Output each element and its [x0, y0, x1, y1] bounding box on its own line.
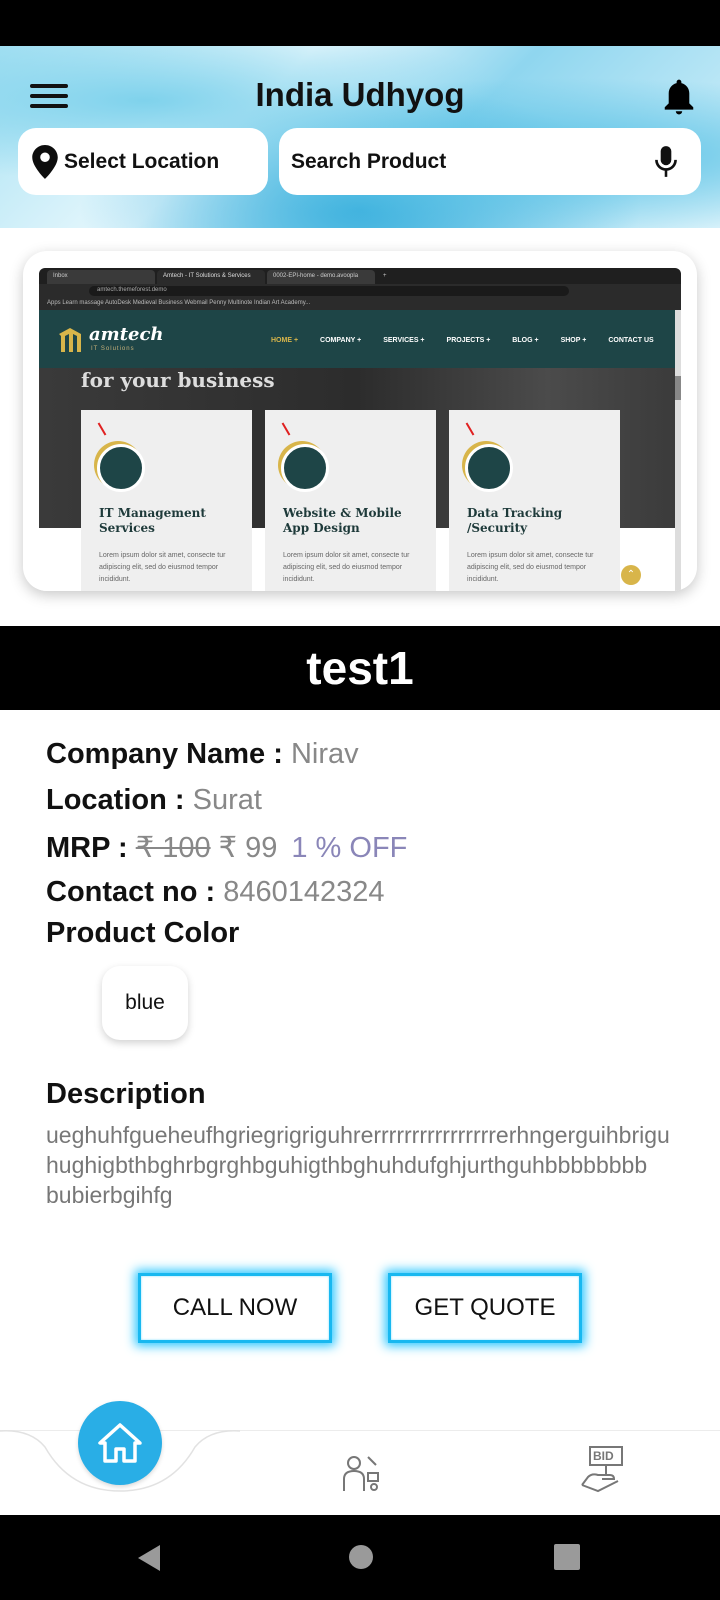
- mrp-label: MRP :: [46, 832, 128, 864]
- recents-icon[interactable]: [553, 1543, 581, 1571]
- browser-bookmarks: Apps Learn massage AutoDesk Medieval Bus…: [39, 298, 681, 310]
- browser-scrollbar: [675, 310, 681, 591]
- service-card-title: IT Management Services: [99, 506, 206, 535]
- location-selector[interactable]: Select Location: [18, 128, 268, 195]
- system-nav-bar: [0, 1515, 720, 1600]
- site-menu-item: BLOG +: [512, 337, 539, 344]
- location-row: Location : Surat: [46, 784, 262, 817]
- company-value: Nirav: [290, 738, 359, 770]
- site-hero-text: for your business: [81, 368, 275, 392]
- service-card-body: Lorem ipsum dolor sit amet, consecte tur…: [283, 552, 410, 583]
- contact-value[interactable]: 8460142324: [223, 876, 384, 908]
- get-quote-button[interactable]: GET QUOTE: [388, 1273, 582, 1343]
- red-arrow-icon: [281, 422, 291, 436]
- worker-icon[interactable]: [338, 1451, 382, 1495]
- amtech-logo-icon: [59, 328, 81, 352]
- site-menu-item: SHOP +: [560, 337, 587, 344]
- service-card: Data Tracking /Security Lorem ipsum dolo…: [449, 410, 620, 591]
- browser-url-row: amtech.themeforest.demo: [39, 284, 681, 298]
- microphone-icon[interactable]: [653, 145, 679, 179]
- notification-bell-icon[interactable]: [660, 76, 698, 118]
- company-label: Company Name :: [46, 738, 283, 770]
- service-card-title: Data Tracking /Security: [467, 506, 563, 535]
- bottom-nav: BID: [0, 1401, 720, 1515]
- browser-tab: +: [383, 273, 387, 279]
- home-icon: [98, 1423, 142, 1463]
- browser-tab: 0002-EPI-home - demo.avoopla: [267, 270, 375, 284]
- contact-label: Contact no :: [46, 876, 216, 908]
- web-design-icon: [281, 444, 329, 492]
- location-pin-icon: [32, 144, 58, 179]
- header: India Udhyog Select Location: [0, 46, 720, 228]
- browser-tab-strip: Inbox Amtech - IT Solutions & Services 0…: [39, 268, 681, 284]
- mrp-discounted-price: ₹ 99: [218, 832, 278, 864]
- red-arrow-icon: [465, 422, 475, 436]
- color-chip[interactable]: blue: [102, 966, 188, 1040]
- service-card-title: Website & Mobile App Design: [283, 506, 402, 535]
- product-title-bar: test1: [0, 626, 720, 710]
- description-text: ueghuhfgueheufhgriegrigriguhrerrrrrrrrrr…: [46, 1122, 670, 1208]
- company-row: Company Name : Nirav: [46, 738, 359, 771]
- site-menu-item: PROJECTS +: [446, 337, 491, 344]
- browser-tab: Amtech - IT Solutions & Services: [157, 270, 265, 284]
- search-input[interactable]: [291, 149, 631, 174]
- service-card-body: Lorem ipsum dolor sit amet, consecte tur…: [467, 552, 594, 583]
- site-brand: amtech: [89, 324, 164, 345]
- product-image: Inbox Amtech - IT Solutions & Services 0…: [39, 268, 681, 591]
- bid-icon[interactable]: BID: [578, 1445, 626, 1495]
- app-screen: India Udhyog Select Location Inbox Amtec…: [0, 0, 720, 1600]
- browser-url: amtech.themeforest.demo: [89, 286, 569, 296]
- service-card: IT Management Services Lorem ipsum dolor…: [81, 410, 252, 591]
- app-title: India Udhyog: [255, 76, 465, 113]
- product-color-row: Product Color: [46, 917, 239, 950]
- red-arrow-icon: [97, 422, 107, 436]
- back-icon[interactable]: [134, 1543, 164, 1573]
- description-label: Description: [46, 1078, 206, 1110]
- site-menu: HOME + COMPANY + SERVICES + PROJECTS + BLOG …: [271, 336, 681, 344]
- service-card-body: Lorem ipsum dolor sit amet, consecte tur…: [99, 552, 226, 583]
- data-security-icon: [465, 444, 513, 492]
- product-image-card[interactable]: Inbox Amtech - IT Solutions & Services 0…: [23, 251, 697, 591]
- status-bar: [0, 0, 720, 46]
- discount-badge: 1 % OFF: [291, 832, 408, 864]
- contact-row: Contact no : 8460142324: [46, 876, 385, 909]
- site-menu-item: COMPANY +: [320, 337, 362, 344]
- mrp-row: MRP : ₹ 100 ₹ 99 1 % OFF: [46, 830, 407, 865]
- site-brand-sub: IT Solutions: [91, 346, 135, 352]
- site-navbar: amtech IT Solutions HOME + COMPANY + SERVI…: [39, 310, 681, 368]
- service-card: Website & Mobile App Design Lorem ipsum …: [265, 410, 436, 591]
- mrp-original-price: ₹ 100: [135, 832, 211, 864]
- it-management-icon: [97, 444, 145, 492]
- location-row-label: Location :: [46, 784, 185, 816]
- site-menu-item: SERVICES +: [383, 337, 425, 344]
- search-bar: [279, 128, 701, 195]
- home-circle-icon[interactable]: [347, 1543, 375, 1571]
- call-now-button[interactable]: CALL NOW: [138, 1273, 332, 1343]
- scroll-top-icon: ⌃: [621, 565, 641, 585]
- product-title: test1: [306, 642, 414, 694]
- home-button[interactable]: [78, 1401, 162, 1485]
- location-label: Select Location: [64, 149, 220, 173]
- product-color-label: Product Color: [46, 917, 240, 949]
- site-menu-item: HOME +: [271, 337, 299, 344]
- browser-tab: Inbox: [47, 270, 155, 284]
- site-menu-item: CONTACT US: [608, 337, 654, 344]
- location-value: Surat: [192, 784, 262, 816]
- bid-label: BID: [593, 1449, 614, 1463]
